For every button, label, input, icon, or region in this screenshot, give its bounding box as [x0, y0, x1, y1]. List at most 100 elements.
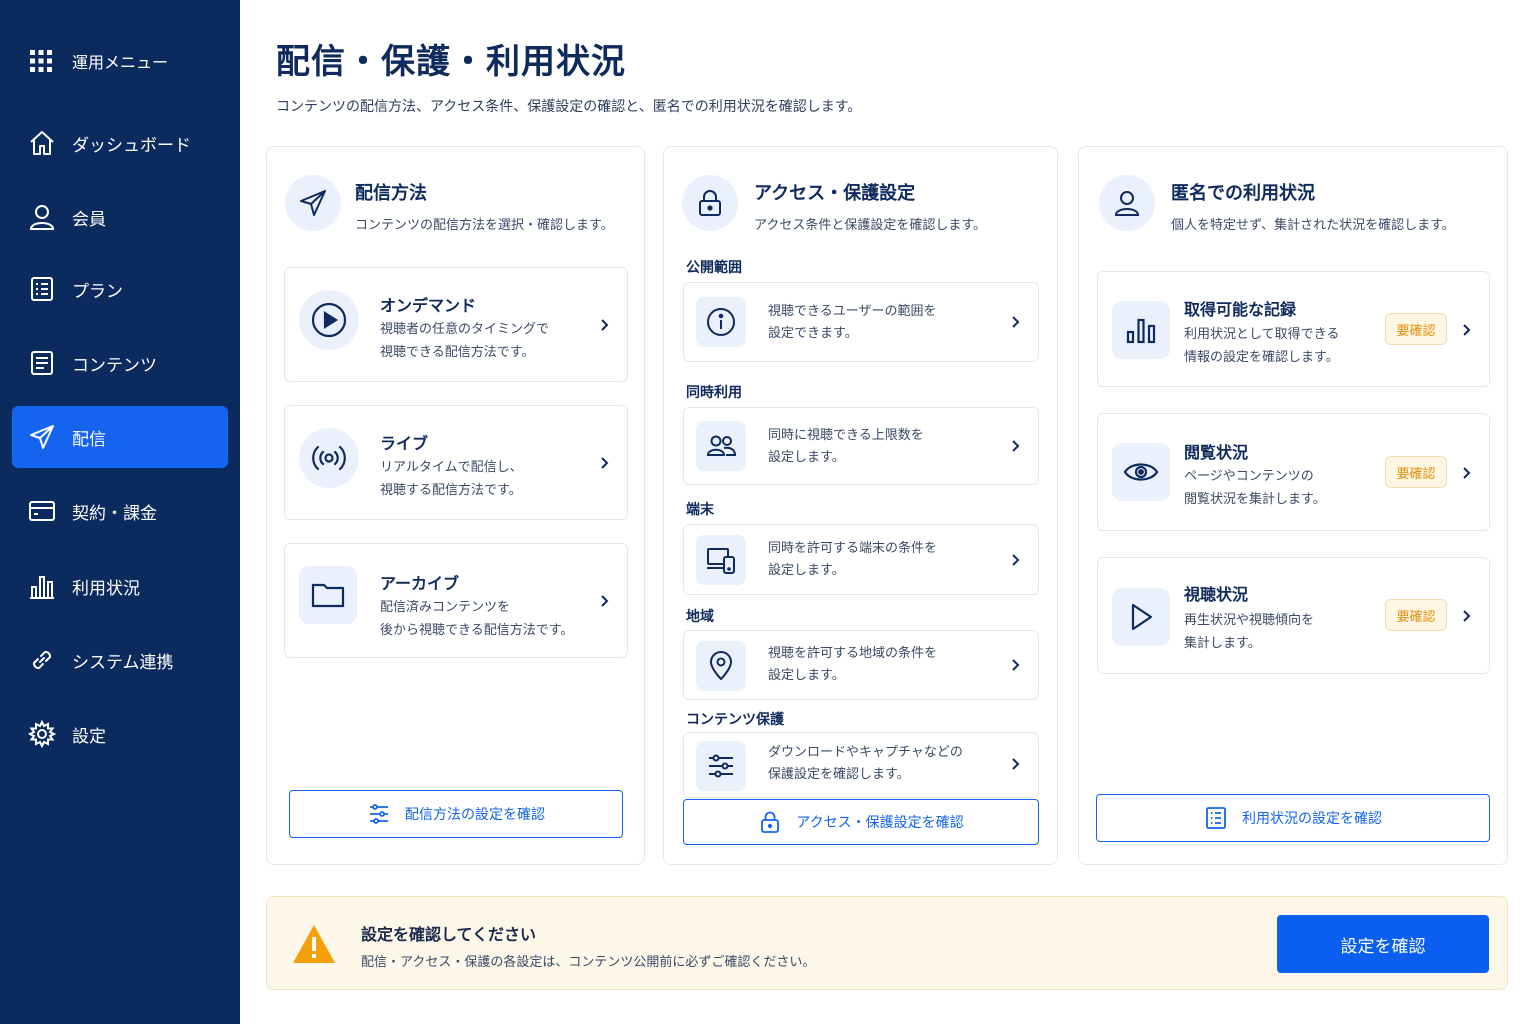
- usage-item-browsing[interactable]: 閲覧状況 ページやコンテンツの 閲覧状況を集計します。 要確認: [1097, 413, 1490, 531]
- document-icon: [31, 351, 53, 375]
- chevron-right-icon: [601, 319, 609, 331]
- option-archive[interactable]: アーカイブ 配信済みコンテンツを 後から視聴できる配信方法です。: [284, 543, 628, 658]
- section-label-region: 地域: [686, 609, 714, 625]
- section-label-visibility: 公開範囲: [686, 260, 742, 276]
- setting-concurrent[interactable]: 同時に視聴できる上限数を 設定します。: [683, 407, 1039, 485]
- card-title: 匿名での利用状況: [1171, 183, 1315, 204]
- card-icon: [29, 501, 55, 521]
- list-icon: [1206, 807, 1226, 829]
- sidebar-item-label: 契約・課金: [72, 503, 157, 524]
- user-icon: [29, 205, 55, 230]
- devices-icon: [707, 548, 735, 574]
- chevron-right-icon: [1463, 324, 1471, 336]
- option-on-demand[interactable]: オンデマンド 視聴者の任意のタイミングで 視聴できる配信方法です。: [284, 267, 628, 382]
- status-badge: 要確認: [1385, 456, 1447, 488]
- setting-icon: [696, 535, 746, 585]
- check-usage-settings-button[interactable]: 利用状況の設定を確認: [1096, 794, 1490, 842]
- setting-description: ダウンロードやキャプチャなどの 保護設定を確認します。: [768, 745, 963, 782]
- chevron-right-icon: [1012, 758, 1020, 770]
- sidebar-item-contents[interactable]: コンテンツ: [12, 332, 228, 394]
- sidebar-menu-label: 運用メニュー: [72, 53, 169, 72]
- option-live[interactable]: ライブ リアルタイムで配信し、 視聴する配信方法です。: [284, 405, 628, 520]
- link-icon: [33, 651, 51, 669]
- folder-icon: [311, 583, 345, 608]
- sidebar-item-label: 会員: [72, 209, 106, 230]
- option-title: アーカイブ: [380, 574, 460, 593]
- usage-item-title: 視聴状況: [1184, 585, 1249, 604]
- sidebar-item-label: ダッシュボード: [72, 135, 191, 156]
- card-subtitle: アクセス条件と保護設定を確認します。: [754, 218, 987, 233]
- list-icon: [31, 277, 53, 301]
- section-label-device: 端末: [686, 502, 714, 518]
- card-header-icon: [1099, 175, 1155, 231]
- option-icon: [299, 290, 359, 350]
- option-icon: [299, 428, 359, 488]
- send-icon: [300, 190, 326, 216]
- setting-content-protection[interactable]: ダウンロードやキャプチャなどの 保護設定を確認します。: [683, 732, 1039, 798]
- broadcast-icon: [312, 445, 346, 471]
- setting-device[interactable]: 同時を許可する端末の条件を 設定します。: [683, 524, 1039, 595]
- chevron-right-icon: [1012, 554, 1020, 566]
- card-header-icon: [285, 175, 341, 231]
- card-title: アクセス・保護設定: [754, 183, 916, 204]
- notice-title: 設定を確認してください: [361, 925, 537, 944]
- chevron-right-icon: [1463, 610, 1471, 622]
- sidebar: 運用メニュー ダッシュボード 会員 プラン コンテンツ 配信 契約・課金 利用状…: [0, 0, 240, 1024]
- sidebar-item-label: 設定: [72, 726, 106, 747]
- section-label-content-protection: コンテンツ保護: [686, 712, 784, 728]
- notice-description: 配信・アクセス・保護の各設定は、コンテンツ公開前に必ずご確認ください。: [361, 955, 816, 970]
- info-icon: [707, 308, 735, 336]
- button-label: 配信方法の設定を確認: [405, 807, 545, 823]
- sidebar-item-usage[interactable]: 利用状況: [12, 555, 228, 617]
- sidebar-menu-header: 運用メニュー: [28, 48, 168, 74]
- bar-chart-icon: [30, 576, 54, 599]
- usage-item-records[interactable]: 取得可能な記録 利用状況として取得できる 情報の設定を確認します。 要確認: [1097, 271, 1490, 387]
- play-icon: [1131, 603, 1153, 631]
- gear-icon: [28, 720, 56, 748]
- usage-item-description: 再生状況や視聴傾向を 集計します。: [1184, 613, 1315, 651]
- sidebar-item-members[interactable]: 会員: [12, 186, 228, 248]
- check-delivery-settings-button[interactable]: 配信方法の設定を確認: [289, 790, 623, 838]
- sidebar-item-label: コンテンツ: [72, 355, 157, 376]
- sidebar-item-plans[interactable]: プラン: [12, 258, 228, 320]
- sidebar-item-settings[interactable]: 設定: [12, 703, 228, 765]
- option-title: ライブ: [380, 434, 429, 453]
- usage-item-icon: [1112, 588, 1170, 646]
- card-subtitle: コンテンツの配信方法を選択・確認します。: [355, 218, 614, 233]
- status-badge: 要確認: [1385, 313, 1447, 345]
- map-pin-icon: [709, 651, 733, 681]
- option-description: 視聴者の任意のタイミングで 視聴できる配信方法です。: [380, 322, 550, 360]
- usage-item-description: ページやコンテンツの 閲覧状況を集計します。: [1184, 469, 1326, 507]
- confirmation-notice: 設定を確認してください 配信・アクセス・保護の各設定は、コンテンツ公開前に必ずご…: [266, 896, 1508, 990]
- sliders-icon: [370, 804, 388, 824]
- setting-description: 視聴できるユーザーの範囲を 設定できます。: [768, 304, 937, 341]
- sidebar-item-integration[interactable]: システム連携: [12, 629, 228, 691]
- chevron-right-icon: [1012, 316, 1020, 328]
- section-label-concurrent: 同時利用: [686, 385, 742, 401]
- setting-description: 視聴を許可する地域の条件を 設定します。: [768, 646, 938, 683]
- sidebar-item-label: 利用状況: [72, 578, 140, 599]
- status-badge: 要確認: [1385, 599, 1447, 631]
- sidebar-item-dashboard[interactable]: ダッシュボード: [12, 112, 228, 174]
- usage-item-title: 閲覧状況: [1184, 443, 1249, 462]
- option-title: オンデマンド: [380, 296, 477, 315]
- confirm-settings-button[interactable]: 設定を確認: [1277, 915, 1489, 973]
- send-icon: [30, 425, 54, 449]
- setting-visibility[interactable]: 視聴できるユーザーの範囲を 設定できます。: [683, 282, 1039, 362]
- setting-region[interactable]: 視聴を許可する地域の条件を 設定します。: [683, 630, 1039, 700]
- delivery-method-card: 配信方法 コンテンツの配信方法を選択・確認します。 オンデマンド 視聴者の任意の…: [266, 146, 645, 865]
- sidebar-item-label: システム連携: [72, 652, 174, 673]
- usage-item-viewing[interactable]: 視聴状況 再生状況や視聴傾向を 集計します。 要確認: [1097, 557, 1490, 674]
- sidebar-item-billing[interactable]: 契約・課金: [12, 480, 228, 542]
- chevron-right-icon: [601, 595, 609, 607]
- usage-item-icon: [1112, 443, 1170, 501]
- page-title: 配信・保護・利用状況: [276, 42, 626, 82]
- check-access-settings-button[interactable]: アクセス・保護設定を確認: [683, 799, 1039, 845]
- anonymous-usage-card: 匿名での利用状況 個人を特定せず、集計された状況を確認します。 取得可能な記録 …: [1078, 146, 1508, 865]
- card-header-icon: [682, 175, 738, 231]
- chevron-right-icon: [1463, 467, 1471, 479]
- button-label: アクセス・保護設定を確認: [796, 815, 964, 831]
- usage-item-icon: [1112, 301, 1170, 359]
- sidebar-item-delivery[interactable]: 配信: [12, 406, 228, 468]
- usage-item-description: 利用状況として取得できる 情報の設定を確認します。: [1184, 327, 1340, 365]
